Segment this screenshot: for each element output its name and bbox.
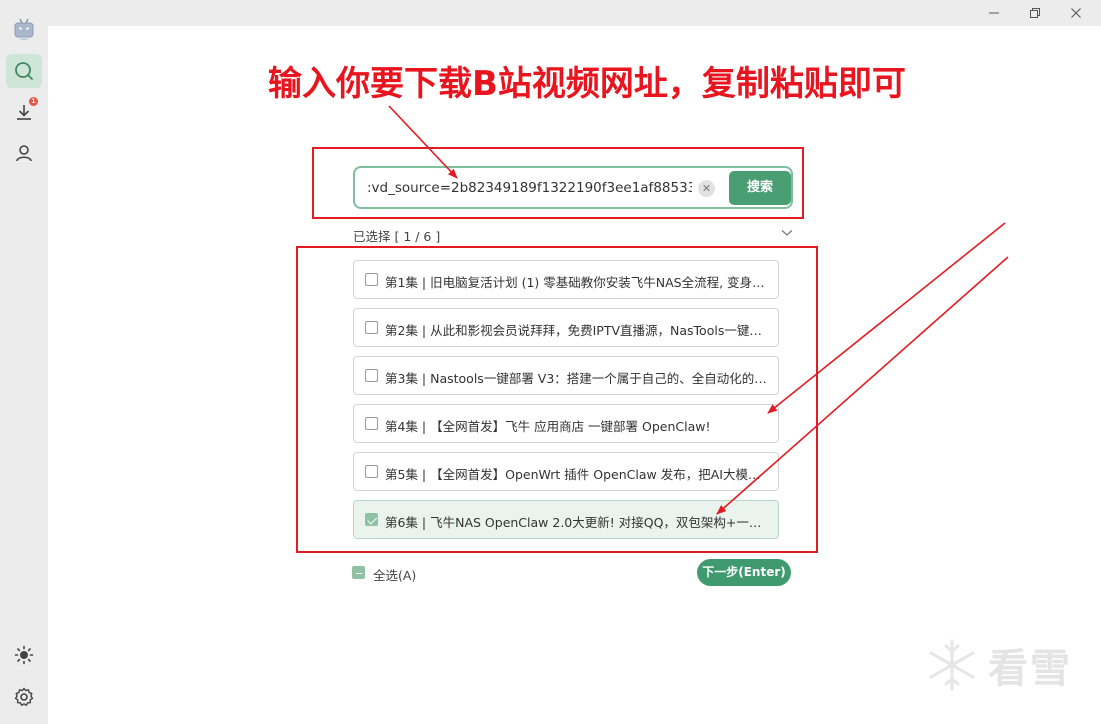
annotation-title: 输入你要下载B站视频网址，复制粘贴即可 (268, 64, 906, 104)
select-all-label: 全选(A) (373, 568, 417, 583)
episode-checkbox[interactable] (365, 321, 378, 334)
selection-summary: 已选择 [ 1 / 6 ] (353, 229, 441, 244)
settings-button[interactable] (6, 680, 42, 714)
episode-checkbox[interactable] (365, 513, 378, 526)
close-window-button[interactable] (1056, 0, 1096, 26)
download-nav-button[interactable]: 1 (6, 95, 42, 129)
user-icon (16, 145, 32, 162)
episode-item-6[interactable]: 第6集 | 飞牛NAS OpenClaw 2.0大更新! 对接QQ，双包架构+一… (353, 500, 779, 539)
select-all-checkbox[interactable] (352, 566, 365, 579)
sun-icon (14, 645, 34, 665)
episode-item-2[interactable]: 第2集 | 从此和影视会员说拜拜，免费IPTV直播源，NasTools一键搭建私… (353, 308, 779, 347)
download-badge: 1 (29, 97, 38, 106)
snowflake-icon (929, 639, 975, 691)
url-input[interactable] (367, 177, 692, 199)
clear-input-button[interactable]: ✕ (698, 180, 715, 197)
episode-title: 第5集 | 【全网首发】OpenWrt 插件 OpenClaw 发布，把AI大模… (385, 467, 770, 482)
next-step-button[interactable]: 下一步(Enter) (697, 559, 791, 586)
restore-icon (1030, 8, 1040, 18)
minimize-button[interactable] (974, 0, 1014, 26)
restore-button[interactable] (1015, 0, 1055, 26)
user-nav-button[interactable] (6, 136, 42, 170)
watermark: 看雪 (924, 636, 1072, 694)
episode-item-5[interactable]: 第5集 | 【全网首发】OpenWrt 插件 OpenClaw 发布，把AI大模… (353, 452, 779, 491)
episode-title: 第3集 | Nastools一键部署 V3：搭建一个属于自己的、全自动化的私人影… (385, 371, 770, 386)
episode-title: 第6集 | 飞牛NAS OpenClaw 2.0大更新! 对接QQ，双包架构+一… (385, 515, 770, 530)
episode-checkbox[interactable] (365, 417, 378, 430)
search-nav-button[interactable] (6, 54, 42, 88)
episode-title: 第4集 | 【全网首发】飞牛 应用商店 一键部署 OpenClaw! (385, 419, 711, 434)
episode-title: 第1集 | 旧电脑复活计划 (1) 零基础教你安装飞牛NAS全流程, 变身家庭影… (385, 275, 770, 290)
episode-title: 第2集 | 从此和影视会员说拜拜，免费IPTV直播源，NasTools一键搭建私… (385, 323, 770, 338)
app-logo-icon (6, 12, 42, 46)
episode-item-3[interactable]: 第3集 | Nastools一键部署 V3：搭建一个属于自己的、全自动化的私人影… (353, 356, 779, 395)
episode-checkbox[interactable] (365, 369, 378, 382)
chevron-down-icon[interactable] (781, 229, 793, 237)
sidebar: 1 (0, 0, 48, 724)
episode-item-1[interactable]: 第1集 | 旧电脑复活计划 (1) 零基础教你安装飞牛NAS全流程, 变身家庭影… (353, 260, 779, 299)
search-icon (15, 62, 33, 80)
close-icon (1071, 8, 1081, 18)
search-button[interactable]: 搜索 (729, 171, 791, 205)
episode-checkbox[interactable] (365, 273, 378, 286)
episode-item-4[interactable]: 第4集 | 【全网首发】飞牛 应用商店 一键部署 OpenClaw! (353, 404, 779, 443)
episode-checkbox[interactable] (365, 465, 378, 478)
search-bar: ✕ 搜索 (353, 166, 793, 209)
gear-icon (14, 687, 34, 706)
window-titlebar (48, 0, 1101, 26)
watermark-text: 看雪 (988, 646, 1072, 692)
minimize-icon (989, 12, 999, 14)
theme-toggle-button[interactable] (6, 638, 42, 672)
